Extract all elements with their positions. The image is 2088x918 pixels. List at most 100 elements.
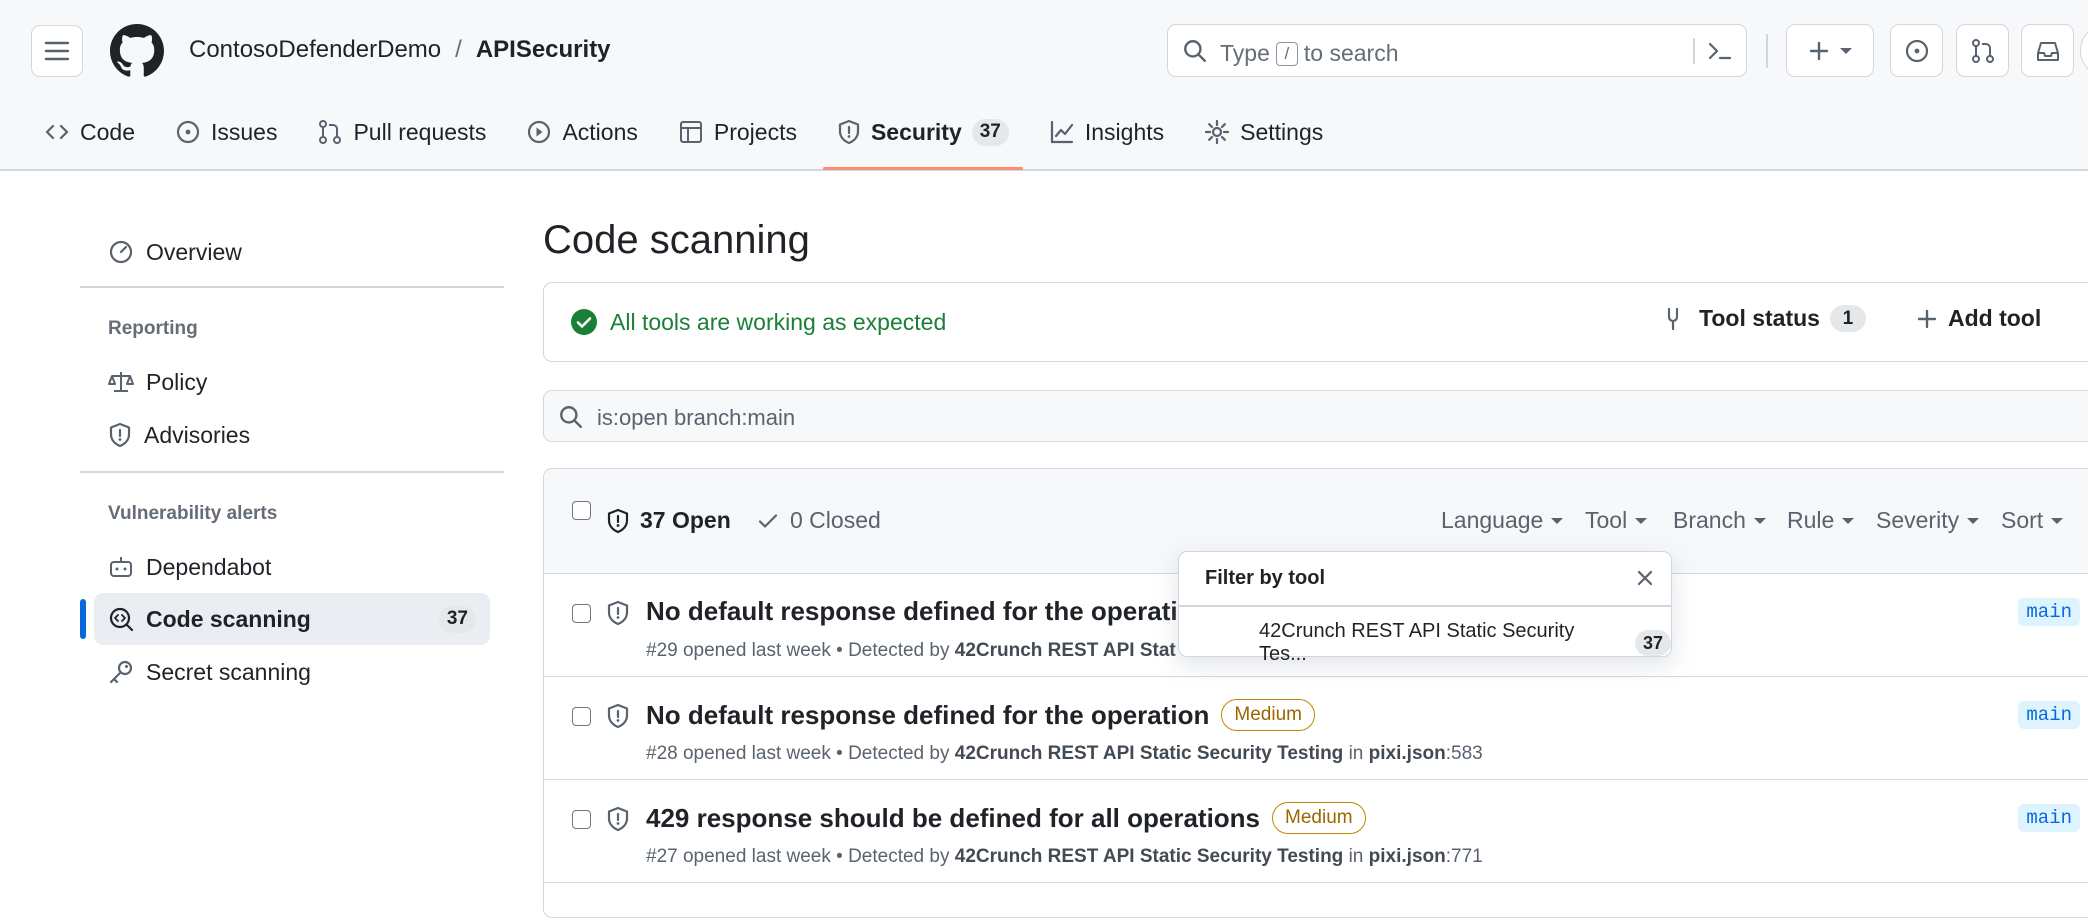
sidebar-item-label: Secret scanning: [146, 658, 311, 685]
pull-requests-button[interactable]: [1956, 24, 2009, 77]
tool-status-button[interactable]: Tool status 1: [1663, 305, 1866, 332]
tab-insights-label: Insights: [1084, 118, 1165, 145]
sidebar-item-secret-scanning[interactable]: Secret scanning: [94, 646, 490, 698]
tab-code[interactable]: Code: [30, 104, 149, 160]
alert-meta: #27 opened last week • Detected by 42Cru…: [646, 846, 1483, 868]
tool-status-count: 1: [1829, 305, 1866, 332]
chevron-down-icon: [1551, 517, 1564, 524]
alert-title: No default response defined for the oper…: [646, 596, 1194, 626]
tab-pull-requests[interactable]: Pull requests: [303, 104, 500, 160]
repo-nav: Code Issues Pull requests Actions Projec…: [0, 104, 1337, 170]
sidebar-item-advisories[interactable]: Advisories: [94, 409, 490, 461]
alert-row[interactable]: No default response defined for the oper…: [544, 677, 2088, 780]
create-new-button[interactable]: [1786, 24, 1874, 77]
alert-checkbox[interactable]: [572, 707, 591, 726]
tab-security-label: Security: [870, 118, 962, 145]
closed-alerts-filter[interactable]: 0 Closed: [756, 507, 881, 534]
severity-badge: Medium: [1272, 802, 1366, 834]
sidebar-item-overview[interactable]: Overview: [94, 226, 490, 278]
open-count-label: 37 Open: [640, 507, 731, 533]
shield-icon: [606, 703, 630, 729]
search-icon: [1182, 38, 1208, 64]
code-scanning-count: 37: [438, 605, 476, 633]
alert-title-link[interactable]: No default response defined for the oper…: [646, 596, 1194, 627]
alert-meta: #28 opened last week • Detected by 42Cru…: [646, 743, 1483, 765]
sidebar-item-policy[interactable]: Policy: [94, 356, 490, 408]
chevron-down-icon: [1635, 517, 1648, 524]
alert-meta-prefix: #29 opened last week • Detected by: [646, 640, 955, 661]
tools-icon: [1667, 307, 1679, 330]
tool-filter-dropdown[interactable]: Tool: [1585, 507, 1648, 534]
sidebar-divider: [80, 471, 504, 473]
sidebar-item-label: Code scanning: [146, 605, 311, 632]
breadcrumb-repo[interactable]: APISecurity: [476, 36, 611, 64]
tool-filter-option[interactable]: 42Crunch REST API Static Security Tes...…: [1259, 620, 1671, 666]
tab-actions[interactable]: Actions: [512, 104, 651, 160]
global-header: ContosoDefenderDemo / APISecurity Type /…: [0, 0, 2088, 171]
chevron-down-icon: [1842, 517, 1855, 524]
tab-settings-label: Settings: [1240, 118, 1324, 145]
alert-title-link[interactable]: No default response defined for the oper…: [646, 699, 1315, 731]
command-palette-icon[interactable]: [1706, 38, 1734, 64]
tab-security[interactable]: Security 37: [822, 104, 1023, 170]
meter-icon: [109, 240, 133, 264]
branch-label[interactable]: main: [2018, 598, 2080, 626]
close-icon[interactable]: [1635, 568, 1655, 588]
sort-dropdown[interactable]: Sort: [2001, 507, 2064, 534]
add-tool-button[interactable]: Add tool: [1916, 305, 2041, 332]
issues-button[interactable]: [1890, 24, 1943, 77]
global-search-input[interactable]: Type / to search: [1167, 24, 1747, 77]
sidebar-item-code-scanning[interactable]: Code scanning 37: [80, 593, 490, 645]
alert-checkbox[interactable]: [572, 810, 591, 829]
tab-issues-label: Issues: [210, 118, 278, 145]
alert-checkbox[interactable]: [572, 604, 591, 623]
github-logo-icon[interactable]: [110, 24, 164, 78]
plus-icon: [1809, 41, 1829, 60]
hamburger-icon: [44, 41, 70, 61]
branch-label[interactable]: main: [2018, 804, 2080, 832]
breadcrumb-owner[interactable]: ContosoDefenderDemo: [189, 36, 441, 64]
dropdown-label: Sort: [2001, 507, 2044, 533]
branch-label[interactable]: main: [2018, 701, 2080, 729]
shield-icon: [606, 600, 630, 626]
tool-option-count: 37: [1635, 630, 1671, 656]
rule-filter-dropdown[interactable]: Rule: [1787, 507, 1855, 534]
tab-projects[interactable]: Projects: [664, 104, 811, 160]
chevron-down-icon: [1840, 47, 1852, 54]
alert-tool: 42Crunch REST API Stat: [954, 640, 1176, 661]
menu-button[interactable]: [31, 25, 83, 77]
chevron-down-icon: [1967, 517, 1980, 524]
alert-title-link[interactable]: 429 response should be defined for all o…: [646, 802, 1366, 834]
tool-option-label: 42Crunch REST API Static Security Tes...: [1259, 620, 1575, 665]
language-filter-dropdown[interactable]: Language: [1441, 507, 1564, 534]
branch-filter-dropdown[interactable]: Branch: [1673, 507, 1766, 534]
user-avatar[interactable]: [2080, 24, 2088, 77]
shield-icon: [109, 422, 131, 448]
play-icon: [528, 120, 551, 144]
codescan-icon: [109, 607, 134, 632]
git-pull-request-icon: [1971, 38, 1994, 63]
tab-insights[interactable]: Insights: [1035, 104, 1178, 160]
alert-file[interactable]: pixi.json: [1369, 743, 1446, 764]
add-tool-label: Add tool: [1947, 305, 2042, 331]
alert-filter-input[interactable]: is:open branch:main: [543, 390, 2088, 442]
chevron-down-icon: [2051, 517, 2064, 524]
alert-file[interactable]: pixi.json: [1369, 846, 1446, 867]
alert-tool: 42Crunch REST API Static Security Testin…: [954, 846, 1344, 867]
tab-issues[interactable]: Issues: [161, 104, 291, 160]
select-all-checkbox[interactable]: [572, 501, 591, 520]
header-divider: [1766, 34, 1768, 68]
alert-line: :771: [1445, 846, 1483, 867]
key-icon: [109, 660, 133, 684]
sidebar-item-dependabot[interactable]: Dependabot: [94, 541, 490, 593]
severity-filter-dropdown[interactable]: Severity: [1876, 507, 1980, 534]
tab-settings[interactable]: Settings: [1190, 104, 1337, 160]
alert-title: No default response defined for the oper…: [646, 699, 1210, 730]
sidebar-item-label: Advisories: [144, 421, 251, 448]
search-icon: [558, 404, 584, 430]
open-alerts-filter[interactable]: 37 Open: [606, 507, 731, 534]
alert-meta-prefix: #27 opened last week • Detected by: [646, 846, 955, 867]
alert-tool: 42Crunch REST API Static Security Testin…: [954, 743, 1344, 764]
alert-row[interactable]: 429 response should be defined for all o…: [544, 780, 2088, 883]
inbox-button[interactable]: [2021, 24, 2074, 77]
